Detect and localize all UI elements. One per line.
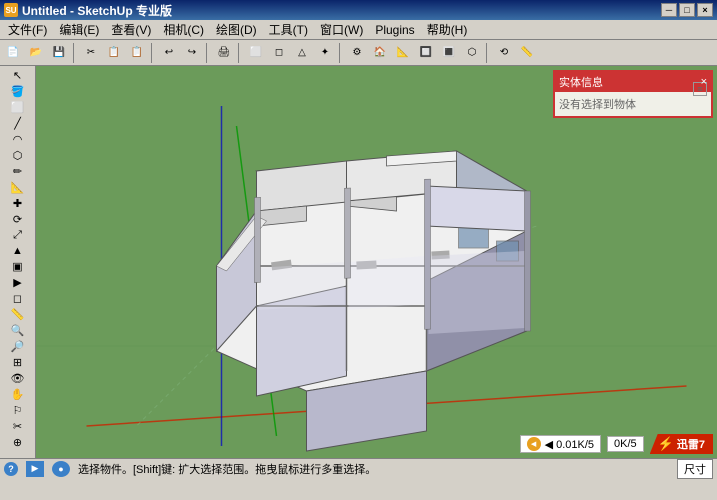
info-panel-title-text: 实体信息 (559, 74, 603, 90)
app-icon: SU (4, 3, 18, 17)
speed-value-1: ◀ ◀ 0.01K/5 (520, 435, 601, 453)
measurement-overlay: ◀ ◀ 0.01K/5 0K/5 ⚡ 迅雷7 (520, 434, 713, 454)
select-tool[interactable]: ↖ (4, 68, 32, 83)
toolbar-sep-1 (73, 43, 77, 63)
measure-icon-1: ◀ (527, 437, 541, 451)
print-button[interactable]: 🖨 (213, 42, 235, 64)
titlebar-buttons: ─ □ × (661, 3, 713, 17)
titlebar-left: SU Untitled - SketchUp 专业版 (4, 2, 172, 19)
home-button[interactable]: 🏠 (369, 42, 391, 64)
toolbar-sep-3 (206, 43, 210, 63)
menu-item-plugins[interactable]: Plugins (369, 21, 420, 39)
walk-tool[interactable]: ⚐ (4, 403, 32, 418)
circle-icon[interactable]: ● (52, 461, 70, 477)
line-tool[interactable]: ╱ (4, 116, 32, 131)
status-icon[interactable]: ▶ (26, 461, 44, 477)
axes-tool[interactable]: ⊕ (4, 435, 32, 450)
info-panel-content: 没有选择到物体 ≡ (559, 96, 707, 112)
move-tool[interactable]: ✚ (4, 196, 32, 211)
save-button[interactable]: 💾 (48, 42, 70, 64)
undo-button[interactable]: ↩ (158, 42, 180, 64)
speed-value-2: 0K/5 (607, 436, 644, 452)
rectangle-tool[interactable]: ⬜ (4, 100, 32, 115)
dimension-label: 尺寸 (677, 459, 713, 479)
toolbar-sep-2 (151, 43, 155, 63)
toggle-wireframe[interactable]: △ (291, 42, 313, 64)
shadows-button[interactable]: ⟲ (493, 42, 515, 64)
view-front[interactable]: 📐 (392, 42, 414, 64)
titlebar: SU Untitled - SketchUp 专业版 ─ □ × (0, 0, 717, 20)
menubar: 文件(F)编辑(E)查看(V)相机(C)绘图(D)工具(T)窗口(W)Plugi… (0, 20, 717, 40)
window-title: Untitled - SketchUp 专业版 (22, 2, 172, 19)
scale-tool[interactable]: ⤢ (4, 228, 32, 243)
toggle-shaded[interactable]: ◻ (268, 42, 290, 64)
view-iso[interactable]: ⬡ (461, 42, 483, 64)
speed-badge: ⚡ 迅雷7 (650, 434, 713, 454)
menu-item-文件[interactable]: 文件(F) (2, 19, 53, 40)
zoom-tool[interactable]: 🔍 (4, 323, 32, 338)
follow-me-tool[interactable]: ▶ (4, 275, 32, 290)
section-plane-tool[interactable]: ✂ (4, 419, 32, 434)
measure-tape-tool[interactable]: 📏 (4, 307, 32, 322)
push-pull-tool[interactable]: ▲ (4, 244, 32, 258)
menu-item-工具[interactable]: 工具(T) (263, 19, 314, 40)
measure-text-2: 0K/5 (614, 438, 637, 450)
info-panel-text: 没有选择到物体 (559, 99, 636, 111)
rotate-tool[interactable]: ⟳ (4, 212, 32, 227)
dimension-tool[interactable]: ↔ (4, 451, 32, 458)
offset-tool[interactable]: ▣ (4, 259, 32, 274)
menu-item-窗口[interactable]: 窗口(W) (314, 19, 369, 40)
status-text: 选择物件。[Shift]键: 扩大选择范围。拖曳鼠标进行多重选择。 (78, 461, 669, 477)
open-button[interactable]: 📂 (25, 42, 47, 64)
speed-badge-text: 迅雷7 (677, 436, 705, 452)
viewport[interactable]: 实体信息 × 没有选择到物体 ≡ ◀ ◀ 0.01K/5 0K/5 ⚡ 迅雷7 (36, 66, 717, 458)
paste-button[interactable]: 📋 (126, 42, 148, 64)
help-button[interactable]: ? (4, 462, 18, 476)
view-back[interactable]: 🔲 (415, 42, 437, 64)
new-button[interactable]: 📄 (2, 42, 24, 64)
maximize-button[interactable]: □ (679, 3, 695, 17)
pan-tool[interactable]: ✋ (4, 387, 32, 402)
eraser-tool[interactable]: ◻ (4, 291, 32, 306)
arc-tool[interactable]: ◠ (4, 132, 32, 147)
menu-item-绘图[interactable]: 绘图(D) (210, 19, 263, 40)
info-panel-title: 实体信息 × (555, 72, 711, 92)
main-area: ↖ 🪣 ⬜ ╱ ◠ ⬡ ✏ 📐 ✚ ⟳ ⤢ ▲ ▣ ▶ ◻ 📏 🔍 🔎 ⊞ 👁 … (0, 66, 717, 458)
polygon-tool[interactable]: ⬡ (4, 148, 32, 163)
statusbar: ? ▶ ● 选择物件。[Shift]键: 扩大选择范围。拖曳鼠标进行多重选择。 … (0, 458, 717, 478)
tape-tool[interactable]: 📐 (4, 180, 32, 195)
view-top[interactable]: 🔳 (438, 42, 460, 64)
pencil-tool[interactable]: ✏ (4, 164, 32, 179)
toolbar-sep-5 (339, 43, 343, 63)
menu-item-编辑[interactable]: 编辑(E) (53, 19, 105, 40)
menu-item-查看[interactable]: 查看(V) (105, 19, 157, 40)
toolbar-sep-6 (486, 43, 490, 63)
zoom-extents-tool[interactable]: ⊞ (4, 355, 32, 370)
copy-button[interactable]: 📋 (103, 42, 125, 64)
toggle-texture[interactable]: ✦ (314, 42, 336, 64)
orbit-tool[interactable]: 👁 (4, 371, 32, 386)
info-panel: 实体信息 × 没有选择到物体 ≡ (553, 70, 713, 118)
measure-text-1: ◀ 0.01K/5 (545, 438, 594, 451)
measure-button[interactable]: 📏 (516, 42, 538, 64)
model-info[interactable]: ⚙ (346, 42, 368, 64)
paint-tool[interactable]: 🪣 (4, 84, 32, 99)
cut-button[interactable]: ✂ (80, 42, 102, 64)
menu-item-帮助[interactable]: 帮助(H) (421, 19, 474, 40)
toggle-xray[interactable]: ⬜ (245, 42, 267, 64)
minimize-button[interactable]: ─ (661, 3, 677, 17)
left-toolbar: ↖ 🪣 ⬜ ╱ ◠ ⬡ ✏ 📐 ✚ ⟳ ⤢ ▲ ▣ ▶ ◻ 📏 🔍 🔎 ⊞ 👁 … (0, 66, 36, 458)
menu-item-相机[interactable]: 相机(C) (157, 19, 210, 40)
main-toolbar: 📄 📂 💾 ✂ 📋 📋 ↩ ↪ 🖨 ⬜ ◻ △ ✦ ⚙ 🏠 📐 🔲 🔳 ⬡ ⟲ … (0, 40, 717, 66)
close-button[interactable]: × (697, 3, 713, 17)
zoom-window-tool[interactable]: 🔎 (4, 339, 32, 354)
redo-button[interactable]: ↪ (181, 42, 203, 64)
toolbar-sep-4 (238, 43, 242, 63)
info-panel-close[interactable]: × (701, 76, 707, 88)
